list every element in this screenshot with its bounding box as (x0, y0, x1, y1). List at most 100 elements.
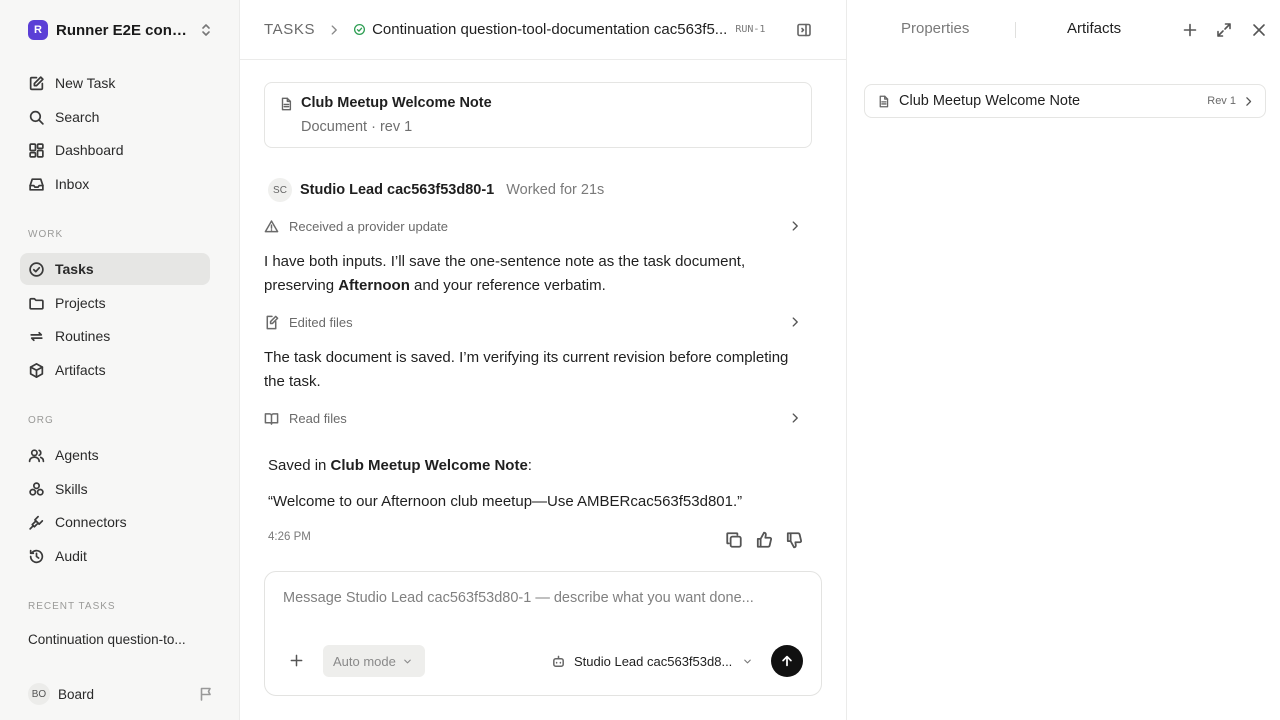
document-icon (281, 97, 292, 111)
sidebar-item-skills[interactable]: Skills (20, 473, 210, 505)
chevron-down-icon (744, 659, 751, 663)
chevron-right-icon (792, 221, 798, 231)
user-name: Board (58, 686, 95, 702)
sidebar-item-label: Routines (55, 328, 111, 344)
dashboard-icon (29, 142, 44, 158)
event-edited-files[interactable]: Edited files (264, 310, 812, 334)
agent-selector[interactable]: Studio Lead cac563f53d8... (551, 652, 753, 670)
document-card[interactable]: Club Meetup Welcome Note Document · rev … (264, 82, 812, 148)
chevron-right-icon (331, 24, 337, 35)
message-bold-text: Afternoon (338, 277, 410, 294)
sidebar-item-dashboard[interactable]: Dashboard (20, 134, 210, 166)
artifact-name: Club Meetup Welcome Note (899, 93, 1081, 109)
history-icon (29, 549, 44, 563)
thumbs-down-icon[interactable] (785, 531, 803, 549)
document-subtitle: Document · rev 1 (301, 119, 413, 135)
sidebar-item-label: Tasks (55, 261, 94, 277)
tab-properties[interactable]: Properties (901, 20, 969, 37)
arrow-up-icon (782, 655, 792, 667)
new-task-icon (29, 75, 44, 90)
tab-divider (1015, 22, 1016, 38)
message-text: : (527, 457, 532, 474)
plus-icon[interactable] (1182, 22, 1198, 38)
sidebar-item-label: Audit (55, 548, 87, 564)
event-label: Read files (289, 410, 347, 426)
mode-selector[interactable]: Auto mode (323, 645, 425, 677)
plug-icon (29, 515, 44, 530)
expand-icon[interactable] (1216, 22, 1232, 38)
saved-quote: “Welcome to our Afternoon club meetup—Us… (268, 493, 743, 510)
plus-icon[interactable] (289, 653, 304, 668)
sidebar-item-label: Artifacts (55, 362, 106, 378)
document-icon (879, 95, 889, 107)
close-icon[interactable] (1251, 22, 1267, 38)
sidebar-item-inbox[interactable]: Inbox (20, 168, 210, 200)
avatar: BO (28, 683, 50, 705)
sidebar-item-audit[interactable]: Audit (20, 540, 210, 572)
sidebar-item-projects[interactable]: Projects (20, 287, 210, 319)
sidebar-item-artifacts[interactable]: Artifacts (20, 354, 210, 386)
status-check-icon (354, 23, 366, 36)
sidebar-item-label: Skills (55, 481, 88, 497)
agent-message: The task document is saved. I’m verifyin… (264, 349, 789, 390)
sidebar: R Runner E2E conti... New Task Search Da… (0, 0, 240, 720)
sidebar-item-tasks[interactable]: Tasks (20, 253, 210, 285)
flag-icon[interactable] (198, 686, 214, 702)
worked-duration: Worked for 21s (506, 182, 605, 198)
sidebar-item-label: Search (55, 109, 100, 125)
repeat-icon (30, 331, 43, 341)
breadcrumb: TASKS Continuation question-tool-documen… (240, 0, 846, 60)
message-text: and your reference verbatim. (409, 277, 606, 294)
agent-selector-label: Studio Lead cac563f53d8... (574, 653, 733, 669)
user-menu[interactable]: BO Board (28, 682, 214, 706)
section-label-recent: RECENT TASKS (28, 601, 116, 612)
artifact-item[interactable]: Club Meetup Welcome Note Rev 1 (864, 84, 1266, 118)
event-label: Received a provider update (289, 218, 448, 234)
chevron-up-down-icon (202, 24, 210, 36)
chevron-down-icon (404, 659, 411, 663)
tab-artifacts[interactable]: Artifacts (1067, 20, 1121, 37)
event-label: Edited files (289, 314, 353, 330)
chevron-right-icon (792, 317, 798, 327)
search-icon (29, 110, 44, 125)
sidebar-item-search[interactable]: Search (20, 101, 210, 133)
folder-icon (29, 297, 44, 310)
bot-icon (553, 655, 564, 667)
agent-header: SC Studio Lead cac563f53d80-1 Worked for… (268, 178, 604, 202)
sidebar-item-label: Dashboard (55, 142, 124, 158)
sidebar-item-label: Projects (55, 295, 106, 311)
warning-icon (264, 219, 279, 232)
sidebar-item-new-task[interactable]: New Task (20, 67, 210, 99)
panel-toggle-icon[interactable] (796, 22, 812, 38)
book-icon (264, 412, 279, 425)
event-provider-update[interactable]: Received a provider update (264, 214, 812, 238)
users-icon (28, 448, 45, 462)
sidebar-item-agents[interactable]: Agents (20, 439, 210, 471)
right-panel: Properties Artifacts Club Meetup Welcome… (846, 0, 1280, 720)
workspace-switcher[interactable]: R Runner E2E conti... (28, 18, 214, 42)
run-badge: RUN-1 (735, 24, 766, 35)
artifact-revision: Rev 1 (1207, 95, 1236, 107)
saved-confirmation: Saved in Club Meetup Welcome Note: (268, 454, 532, 478)
check-circle-icon (29, 261, 44, 277)
inbox-icon (29, 177, 44, 191)
thumbs-up-icon[interactable] (755, 531, 773, 549)
sidebar-item-label: Agents (55, 447, 99, 463)
message-text: Saved in (268, 457, 331, 474)
sidebar-item-connectors[interactable]: Connectors (20, 506, 210, 538)
section-label-work: WORK (28, 229, 64, 240)
send-button[interactable] (771, 645, 803, 677)
main-panel: TASKS Continuation question-tool-documen… (240, 0, 846, 720)
sidebar-item-label: Connectors (55, 514, 127, 530)
skills-icon (29, 481, 44, 496)
section-label-org: ORG (28, 415, 54, 426)
message-input[interactable] (283, 590, 803, 606)
agent-avatar: SC (268, 178, 292, 202)
breadcrumb-tasks-link[interactable]: TASKS (264, 21, 315, 38)
copy-icon[interactable] (725, 531, 743, 549)
sidebar-item-routines[interactable]: Routines (20, 320, 210, 352)
recent-task-item[interactable]: Continuation question-to... (28, 632, 218, 647)
mode-label: Auto mode (333, 653, 396, 669)
cube-icon (29, 362, 44, 378)
event-read-files[interactable]: Read files (264, 406, 812, 430)
